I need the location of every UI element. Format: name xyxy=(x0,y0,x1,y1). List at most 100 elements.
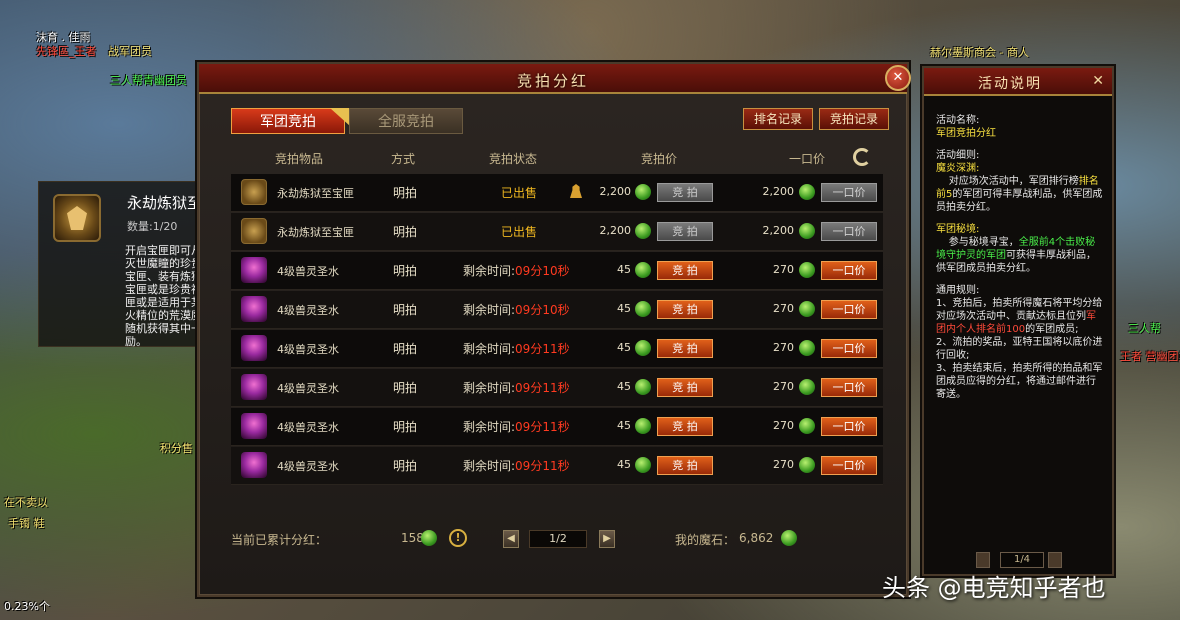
activity-detail-label: 活动细则: xyxy=(936,150,980,161)
side-page-indicator: 1/4 xyxy=(1000,552,1044,568)
next-page-button[interactable]: ▶ xyxy=(599,530,615,548)
rank-record-button[interactable]: 排名记录 xyxy=(743,108,813,130)
bid-price: 45 xyxy=(617,419,631,432)
tab-server-auction[interactable]: 全服竞拍 xyxy=(349,108,463,134)
remaining-time-value: 09分11秒 xyxy=(515,459,570,473)
page-indicator: 1/2 xyxy=(529,530,587,548)
bid-button[interactable]: 竞 拍 xyxy=(657,222,713,241)
auction-method: 明拍 xyxy=(393,342,418,356)
world-label: 手镯 鞋 xyxy=(8,517,45,530)
treasure-box-icon xyxy=(241,218,267,244)
treasure-box-icon xyxy=(241,179,267,205)
dividend-label: 当前已累计分红： xyxy=(231,533,328,547)
status-timer: 剩余时间:09分10秒 xyxy=(463,301,570,318)
bid-price: 45 xyxy=(617,341,631,354)
bid-button[interactable]: 竞 拍 xyxy=(657,339,713,358)
section-abyss-text-a: 对应场次活动中，军团排行榜 xyxy=(948,176,1079,187)
rule-2: 2、流拍的奖品，亚特王国将以底价进行回收; xyxy=(936,337,1103,361)
auction-method: 明拍 xyxy=(393,420,418,434)
auction-method: 明拍 xyxy=(393,186,418,200)
world-label: 战军团员 xyxy=(108,45,152,58)
item-name: 4级兽灵圣水 xyxy=(277,265,339,278)
remaining-time-label: 剩余时间: xyxy=(463,381,516,395)
activity-description-panel: 活动说明 ✕ 活动名称: 军团竞拍分红 活动细则: 魔炎深渊: 对应场次活动中，… xyxy=(922,66,1114,576)
buyout-button[interactable]: 一口价 xyxy=(821,456,877,475)
world-label: 三人帮 xyxy=(1128,322,1161,335)
potion-icon xyxy=(241,296,267,322)
status-timer: 剩余时间:09分11秒 xyxy=(463,340,570,357)
watermark: 头条 @电竞知乎者也 xyxy=(882,574,1106,602)
bid-button[interactable]: 竞 拍 xyxy=(657,378,713,397)
close-icon[interactable]: ✕ xyxy=(1092,73,1104,89)
magic-stone-icon xyxy=(635,262,651,278)
bid-price: 45 xyxy=(617,263,631,276)
world-label: 积分售 xyxy=(160,442,193,455)
bid-button[interactable]: 竞 拍 xyxy=(657,456,713,475)
info-warning-icon[interactable]: ! xyxy=(449,529,467,547)
panel-title: 竞拍分红 xyxy=(516,72,589,90)
magic-stone-icon xyxy=(799,301,815,317)
world-label: 王者 营幽团员 xyxy=(1120,350,1180,363)
buyout-button[interactable]: 一口价 xyxy=(821,183,877,202)
remaining-time-label: 剩余时间: xyxy=(463,342,516,356)
magic-stone-icon xyxy=(635,184,651,200)
prev-page-button[interactable]: ◀ xyxy=(503,530,519,548)
col-bid-price: 竞拍价 xyxy=(641,152,678,166)
buyout-price: 270 xyxy=(773,380,794,393)
status-timer: 剩余时间:09分11秒 xyxy=(463,418,570,435)
magic-stone-icon xyxy=(635,340,651,356)
world-label: 在不卖以 xyxy=(4,496,48,509)
table-row: 4级兽灵圣水 明拍 剩余时间:09分11秒 45 竞 拍 270 一口价 xyxy=(231,408,883,446)
auction-footer: 当前已累计分红： 158 ! ◀ 1/2 ▶ 我的魔石： 6,862 xyxy=(231,524,883,554)
magic-stone-icon xyxy=(781,530,797,546)
tab-legion-auction-label: 军团竞拍 xyxy=(260,114,316,130)
buyout-button[interactable]: 一口价 xyxy=(821,300,877,319)
item-name: 4级兽灵圣水 xyxy=(277,382,339,395)
table-header: 竞拍物品 方式 竞拍状态 竞拍价 一口价 xyxy=(231,142,883,174)
buyout-price: 270 xyxy=(773,302,794,315)
item-name: 永劫炼狱至宝匣 xyxy=(277,226,354,239)
bid-button[interactable]: 竞 拍 xyxy=(657,417,713,436)
magic-stone-icon xyxy=(799,418,815,434)
magic-stone-icon xyxy=(635,418,651,434)
table-row: 4级兽灵圣水 明拍 剩余时间:09分11秒 45 竞 拍 270 一口价 xyxy=(231,330,883,368)
section-secret-text-a: 参与秘境寻宝， xyxy=(948,237,1019,248)
section-secret-title: 军团秘境: xyxy=(936,224,980,235)
side-panel-title: 活动说明 xyxy=(978,76,1042,92)
side-prev-button[interactable] xyxy=(976,552,990,568)
bid-button[interactable]: 竞 拍 xyxy=(657,300,713,319)
side-next-button[interactable] xyxy=(1048,552,1062,568)
table-row: 4级兽灵圣水 明拍 剩余时间:09分10秒 45 竞 拍 270 一口价 xyxy=(231,252,883,290)
status-sold: 已出售 xyxy=(501,186,538,200)
potion-icon xyxy=(241,452,267,478)
auction-dividend-panel: 竞拍分红 ✕ 军团竞拍 全服竞拍 排名记录 竞拍记录 竞拍物品 方式 竞拍状态 … xyxy=(197,62,911,597)
magic-stone-icon xyxy=(421,530,437,546)
bid-button[interactable]: 竞 拍 xyxy=(657,261,713,280)
item-name: 4级兽灵圣水 xyxy=(277,304,339,317)
refresh-icon[interactable] xyxy=(853,148,871,166)
bid-button[interactable]: 竞 拍 xyxy=(657,183,713,202)
treasure-box-icon xyxy=(53,194,101,242)
bid-record-button[interactable]: 竞拍记录 xyxy=(819,108,889,130)
close-icon[interactable]: ✕ xyxy=(885,65,911,91)
status-timer: 剩余时间:09分10秒 xyxy=(463,262,570,279)
magic-stone-icon xyxy=(635,223,651,239)
buyout-button[interactable]: 一口价 xyxy=(821,417,877,436)
auction-method: 明拍 xyxy=(393,381,418,395)
magic-stone-icon xyxy=(799,457,815,473)
item-name: 4级兽灵圣水 xyxy=(277,460,339,473)
bid-price: 45 xyxy=(617,302,631,315)
tab-legion-auction[interactable]: 军团竞拍 xyxy=(231,108,350,134)
potion-icon xyxy=(241,257,267,283)
buyout-price: 270 xyxy=(773,458,794,471)
buyout-button[interactable]: 一口价 xyxy=(821,378,877,397)
remaining-time-value: 09分11秒 xyxy=(515,381,570,395)
activity-name-value: 军团竞拍分红 xyxy=(936,128,996,139)
buyout-button[interactable]: 一口价 xyxy=(821,261,877,280)
buyout-button[interactable]: 一口价 xyxy=(821,339,877,358)
activity-description: 活动名称: 军团竞拍分红 活动细则: 魔炎深渊: 对应场次活动中，军团排行榜排名… xyxy=(936,114,1104,410)
buyout-button[interactable]: 一口价 xyxy=(821,222,877,241)
activity-name-label: 活动名称: xyxy=(936,115,980,126)
buyout-price: 270 xyxy=(773,263,794,276)
auction-method: 明拍 xyxy=(393,303,418,317)
